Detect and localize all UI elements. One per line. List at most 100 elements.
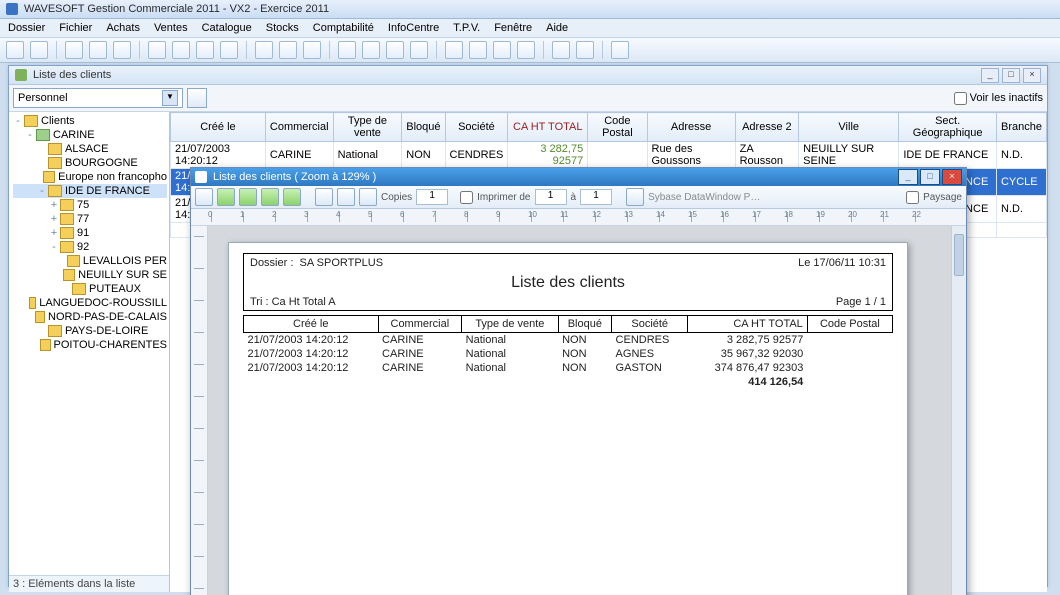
- toolbar-button[interactable]: [469, 41, 487, 59]
- tree-expander-icon[interactable]: +: [49, 226, 59, 240]
- toolbar-button[interactable]: [220, 41, 238, 59]
- profile-combobox[interactable]: Personnel ▼: [13, 88, 183, 108]
- tree-item[interactable]: PAYS-DE-LOIRE: [13, 324, 167, 338]
- table-row[interactable]: 21/07/2003 14:20:12CARINENationalNONCEND…: [171, 142, 1047, 169]
- toolbar-button[interactable]: [493, 41, 511, 59]
- column-header[interactable]: Branche: [996, 113, 1046, 142]
- copies-input[interactable]: 1: [416, 189, 448, 205]
- toolbar-button[interactable]: [187, 88, 207, 108]
- toolbar-button[interactable]: [65, 41, 83, 59]
- tree-item[interactable]: +75: [13, 198, 167, 212]
- column-header[interactable]: Créé le: [171, 113, 266, 142]
- toolbar-button[interactable]: [337, 188, 355, 206]
- minimize-button[interactable]: _: [898, 169, 918, 185]
- tree-item[interactable]: -Clients: [13, 114, 167, 128]
- tree-expander-icon[interactable]: -: [13, 114, 23, 128]
- tree-item[interactable]: NORD-PAS-DE-CALAIS: [13, 310, 167, 324]
- tree-expander-icon[interactable]: -: [25, 128, 35, 142]
- show-inactive-checkbox[interactable]: Voir les inactifs: [954, 92, 1043, 105]
- column-header[interactable]: Société: [445, 113, 508, 142]
- preview-titlebar[interactable]: Liste des clients ( Zoom à 129% ) _ □ ×: [191, 168, 966, 186]
- column-header[interactable]: Commercial: [265, 113, 333, 142]
- print-from-input[interactable]: 1: [535, 189, 567, 205]
- column-header[interactable]: CA HT TOTAL: [508, 113, 588, 142]
- menu-fichier[interactable]: Fichier: [59, 22, 92, 34]
- tree-item[interactable]: -92: [13, 240, 167, 254]
- first-page-button[interactable]: [217, 188, 235, 206]
- menu-comptabilité[interactable]: Comptabilité: [313, 22, 374, 34]
- prev-page-button[interactable]: [239, 188, 257, 206]
- show-inactive-input[interactable]: [954, 92, 967, 105]
- toolbar-button[interactable]: [445, 41, 463, 59]
- tree-expander-icon[interactable]: -: [49, 240, 59, 254]
- column-header[interactable]: Sect. Géographique: [899, 113, 997, 142]
- tree-expander-icon[interactable]: +: [49, 198, 59, 212]
- menu-ventes[interactable]: Ventes: [154, 22, 188, 34]
- column-header[interactable]: Ville: [799, 113, 899, 142]
- toolbar-button[interactable]: [315, 188, 333, 206]
- tree-item[interactable]: -CARINE: [13, 128, 167, 142]
- tree-item[interactable]: +77: [13, 212, 167, 226]
- toolbar-button[interactable]: [6, 41, 24, 59]
- toolbar-button[interactable]: [362, 41, 380, 59]
- toolbar-button[interactable]: [576, 41, 594, 59]
- close-button[interactable]: ×: [1023, 68, 1041, 83]
- column-header[interactable]: Type de vente: [333, 113, 402, 142]
- chevron-down-icon[interactable]: ▼: [162, 90, 178, 106]
- maximize-button[interactable]: □: [920, 169, 940, 185]
- tree-item[interactable]: +91: [13, 226, 167, 240]
- print-range-checkbox[interactable]: [460, 191, 473, 204]
- toolbar-button[interactable]: [172, 41, 190, 59]
- tree-expander-icon[interactable]: +: [49, 212, 59, 226]
- column-header[interactable]: Bloqué: [402, 113, 445, 142]
- toolbar-button[interactable]: [386, 41, 404, 59]
- tree-item[interactable]: ALSACE: [13, 142, 167, 156]
- toolbar-button[interactable]: [611, 41, 629, 59]
- tree-pane[interactable]: -Clients-CARINEALSACEBOURGOGNEEurope non…: [9, 112, 170, 592]
- column-header[interactable]: Adresse 2: [735, 113, 799, 142]
- menu-dossier[interactable]: Dossier: [8, 22, 45, 34]
- tree-item[interactable]: NEUILLY SUR SE: [13, 268, 167, 282]
- menu-infocentre[interactable]: InfoCentre: [388, 22, 439, 34]
- tree-item[interactable]: LANGUEDOC-ROUSSILL: [13, 296, 167, 310]
- toolbar-button[interactable]: [196, 41, 214, 59]
- menu-t.p.v.[interactable]: T.P.V.: [453, 22, 480, 34]
- next-page-button[interactable]: [261, 188, 279, 206]
- paysage-checkbox[interactable]: [906, 191, 919, 204]
- menu-achats[interactable]: Achats: [106, 22, 140, 34]
- toolbar-button[interactable]: [303, 41, 321, 59]
- scrollbar-vertical[interactable]: [951, 226, 966, 595]
- toolbar-button[interactable]: [113, 41, 131, 59]
- menu-fenêtre[interactable]: Fenêtre: [494, 22, 532, 34]
- tree-expander-icon[interactable]: -: [37, 184, 47, 198]
- print-button[interactable]: [359, 188, 377, 206]
- last-page-button[interactable]: [283, 188, 301, 206]
- tree-item[interactable]: LEVALLOIS PER: [13, 254, 167, 268]
- tree-item[interactable]: Europe non francopho: [13, 170, 167, 184]
- menu-aide[interactable]: Aide: [546, 22, 568, 34]
- printer-icon[interactable]: [626, 188, 644, 206]
- menu-stocks[interactable]: Stocks: [266, 22, 299, 34]
- tree-item[interactable]: BOURGOGNE: [13, 156, 167, 170]
- tree-item[interactable]: PUTEAUX: [13, 282, 167, 296]
- toolbar-button[interactable]: [148, 41, 166, 59]
- toolbar-button[interactable]: [338, 41, 356, 59]
- maximize-button[interactable]: □: [1002, 68, 1020, 83]
- toolbar-button[interactable]: [89, 41, 107, 59]
- toolbar-button[interactable]: [517, 41, 535, 59]
- menu-catalogue[interactable]: Catalogue: [202, 22, 252, 34]
- minimize-button[interactable]: _: [981, 68, 999, 83]
- tree-item[interactable]: -IDE DE FRANCE: [13, 184, 167, 198]
- tree-item[interactable]: POITOU-CHARENTES: [13, 338, 167, 352]
- toolbar-button[interactable]: [552, 41, 570, 59]
- close-button[interactable]: ×: [942, 169, 962, 185]
- preview-canvas[interactable]: Dossier : SA SPORTPLUS Le 17/06/11 10:31…: [208, 226, 966, 595]
- toolbar-button[interactable]: [410, 41, 428, 59]
- toolbar-button[interactable]: [279, 41, 297, 59]
- column-header[interactable]: Code Postal: [588, 113, 647, 142]
- toolbar-button[interactable]: [195, 188, 213, 206]
- toolbar-button[interactable]: [30, 41, 48, 59]
- column-header[interactable]: Adresse: [647, 113, 735, 142]
- print-to-input[interactable]: 1: [580, 189, 612, 205]
- toolbar-button[interactable]: [255, 41, 273, 59]
